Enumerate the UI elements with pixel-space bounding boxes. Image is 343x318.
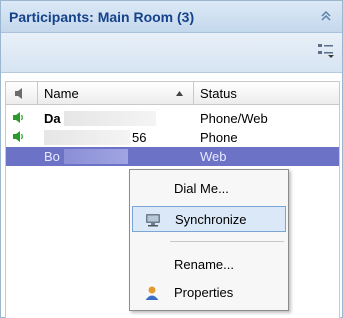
menu-item-synchronize[interactable]: Synchronize xyxy=(132,206,286,232)
menu-item-label: Dial Me... xyxy=(174,181,229,196)
table-row[interactable]: Da Phone/Web xyxy=(6,109,339,128)
menu-separator xyxy=(170,241,284,242)
context-menu: Dial Me... Synchronize Rename... Propert… xyxy=(129,169,289,311)
menu-item-label: Synchronize xyxy=(175,212,247,227)
participant-status: Web xyxy=(200,149,227,164)
audio-active-icon xyxy=(13,112,23,123)
participant-name: 56 xyxy=(132,130,147,145)
column-header-status[interactable]: Status xyxy=(194,82,339,105)
collapse-icon[interactable] xyxy=(320,10,332,22)
participant-name: Da xyxy=(44,111,61,126)
redacted-text xyxy=(64,149,128,164)
grid-header: Name Status xyxy=(6,81,339,105)
menu-item-rename[interactable]: Rename... xyxy=(132,252,286,278)
menu-item-label: Rename... xyxy=(174,257,234,272)
table-row[interactable]: 56 Phone xyxy=(6,128,339,147)
participant-status: Phone/Web xyxy=(200,111,268,126)
panel-toolbar xyxy=(1,33,342,73)
column-header-audio[interactable] xyxy=(6,82,38,105)
user-properties-icon xyxy=(145,286,159,300)
menu-item-dial-me[interactable]: Dial Me... xyxy=(132,176,286,202)
panel-title: Participants: Main Room (3) xyxy=(9,9,195,25)
table-row-selected[interactable]: Bo Web xyxy=(6,147,339,166)
monitor-icon xyxy=(146,214,160,227)
column-header-status-label: Status xyxy=(200,86,237,101)
sort-ascending-icon xyxy=(176,91,183,96)
column-header-name[interactable]: Name xyxy=(38,82,194,105)
redacted-text xyxy=(44,130,130,145)
options-menu-icon[interactable] xyxy=(316,41,336,59)
participant-status: Phone xyxy=(200,130,238,145)
speaker-icon xyxy=(15,88,22,99)
redacted-text xyxy=(64,111,156,126)
column-header-name-label: Name xyxy=(44,86,79,101)
panel-titlebar: Participants: Main Room (3) xyxy=(1,1,342,33)
menu-item-label: Properties xyxy=(174,285,234,300)
participant-name: Bo xyxy=(44,149,60,164)
audio-active-icon xyxy=(13,131,23,142)
participants-panel: Participants: Main Room (3) Name Status … xyxy=(0,0,343,318)
menu-item-properties[interactable]: Properties xyxy=(132,280,286,306)
